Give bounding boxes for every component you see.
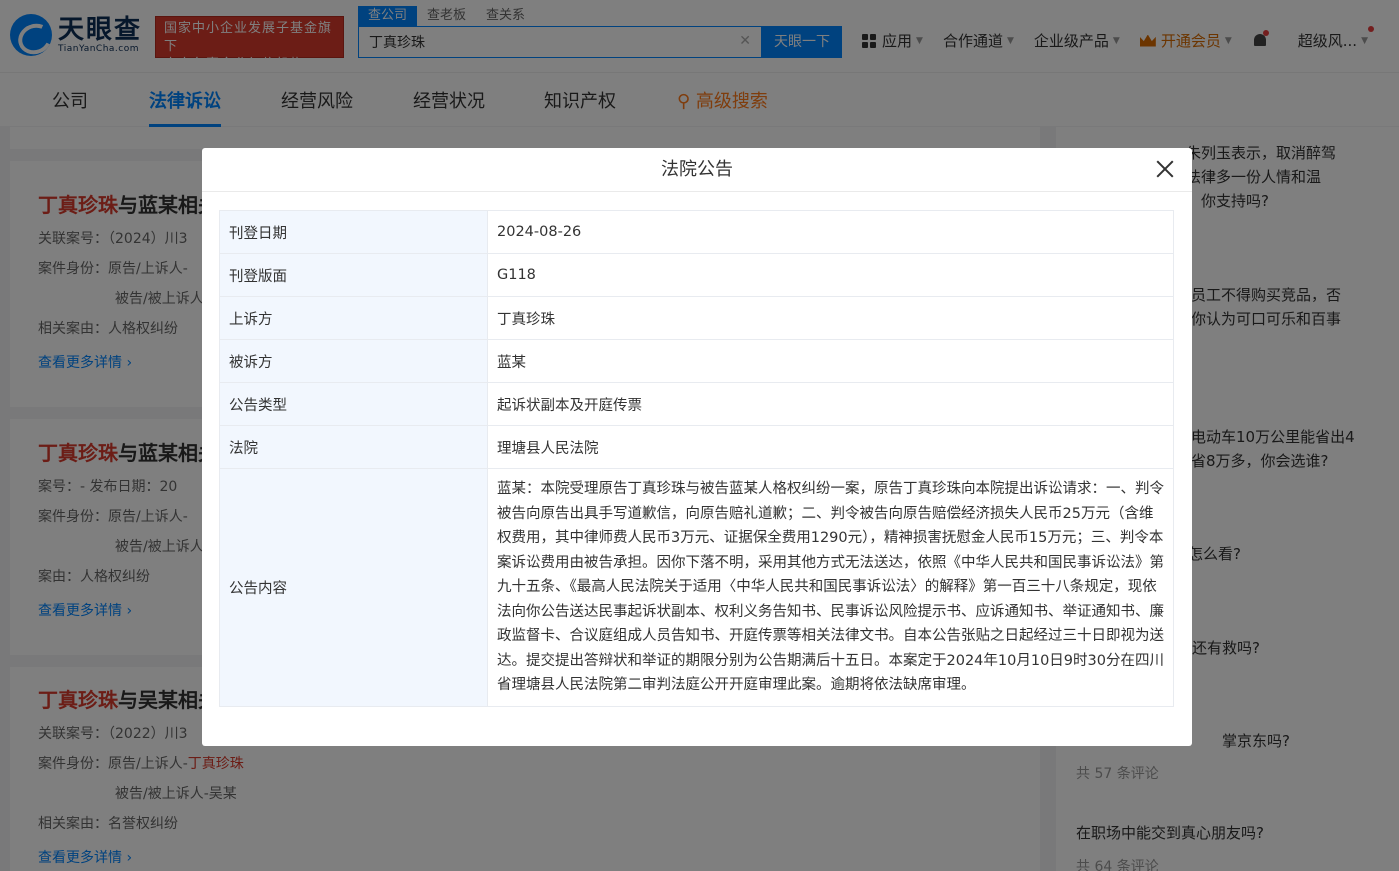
close-icon[interactable] <box>1154 158 1176 180</box>
table-row: 被诉方 蓝某 <box>219 339 1174 383</box>
table-row: 刊登日期 2024-08-26 <box>219 210 1174 254</box>
field-label: 法院 <box>219 425 488 469</box>
field-value: 2024-08-26 <box>487 210 1174 254</box>
field-value: 理塘县人民法院 <box>487 425 1174 469</box>
field-label: 刊登日期 <box>219 210 488 254</box>
field-label: 公告类型 <box>219 382 488 426</box>
table-row: 公告类型 起诉状副本及开庭传票 <box>219 382 1174 426</box>
notice-content: 蓝某：本院受理原告丁真珍珠与被告蓝某人格权纠纷一案，原告丁真珍珠向本院提出诉讼请… <box>487 468 1174 707</box>
court-notice-dialog: 法院公告 刊登日期 2024-08-26 刊登版面 G118 上诉方 丁真珍珠 … <box>202 148 1192 746</box>
dialog-header: 法院公告 <box>202 148 1192 192</box>
dialog-title: 法院公告 <box>661 159 733 180</box>
field-value: G118 <box>487 253 1174 297</box>
table-row: 刊登版面 G118 <box>219 253 1174 297</box>
field-value: 丁真珍珠 <box>487 296 1174 340</box>
field-value: 蓝某 <box>487 339 1174 383</box>
field-label: 上诉方 <box>219 296 488 340</box>
field-label: 被诉方 <box>219 339 488 383</box>
notice-detail-table: 刊登日期 2024-08-26 刊登版面 G118 上诉方 丁真珍珠 被诉方 蓝… <box>219 210 1174 707</box>
table-row: 公告内容 蓝某：本院受理原告丁真珍珠与被告蓝某人格权纠纷一案，原告丁真珍珠向本院… <box>219 468 1174 707</box>
field-value: 起诉状副本及开庭传票 <box>487 382 1174 426</box>
table-row: 法院 理塘县人民法院 <box>219 425 1174 469</box>
field-label: 刊登版面 <box>219 253 488 297</box>
table-row: 上诉方 丁真珍珠 <box>219 296 1174 340</box>
field-label: 公告内容 <box>219 468 488 707</box>
